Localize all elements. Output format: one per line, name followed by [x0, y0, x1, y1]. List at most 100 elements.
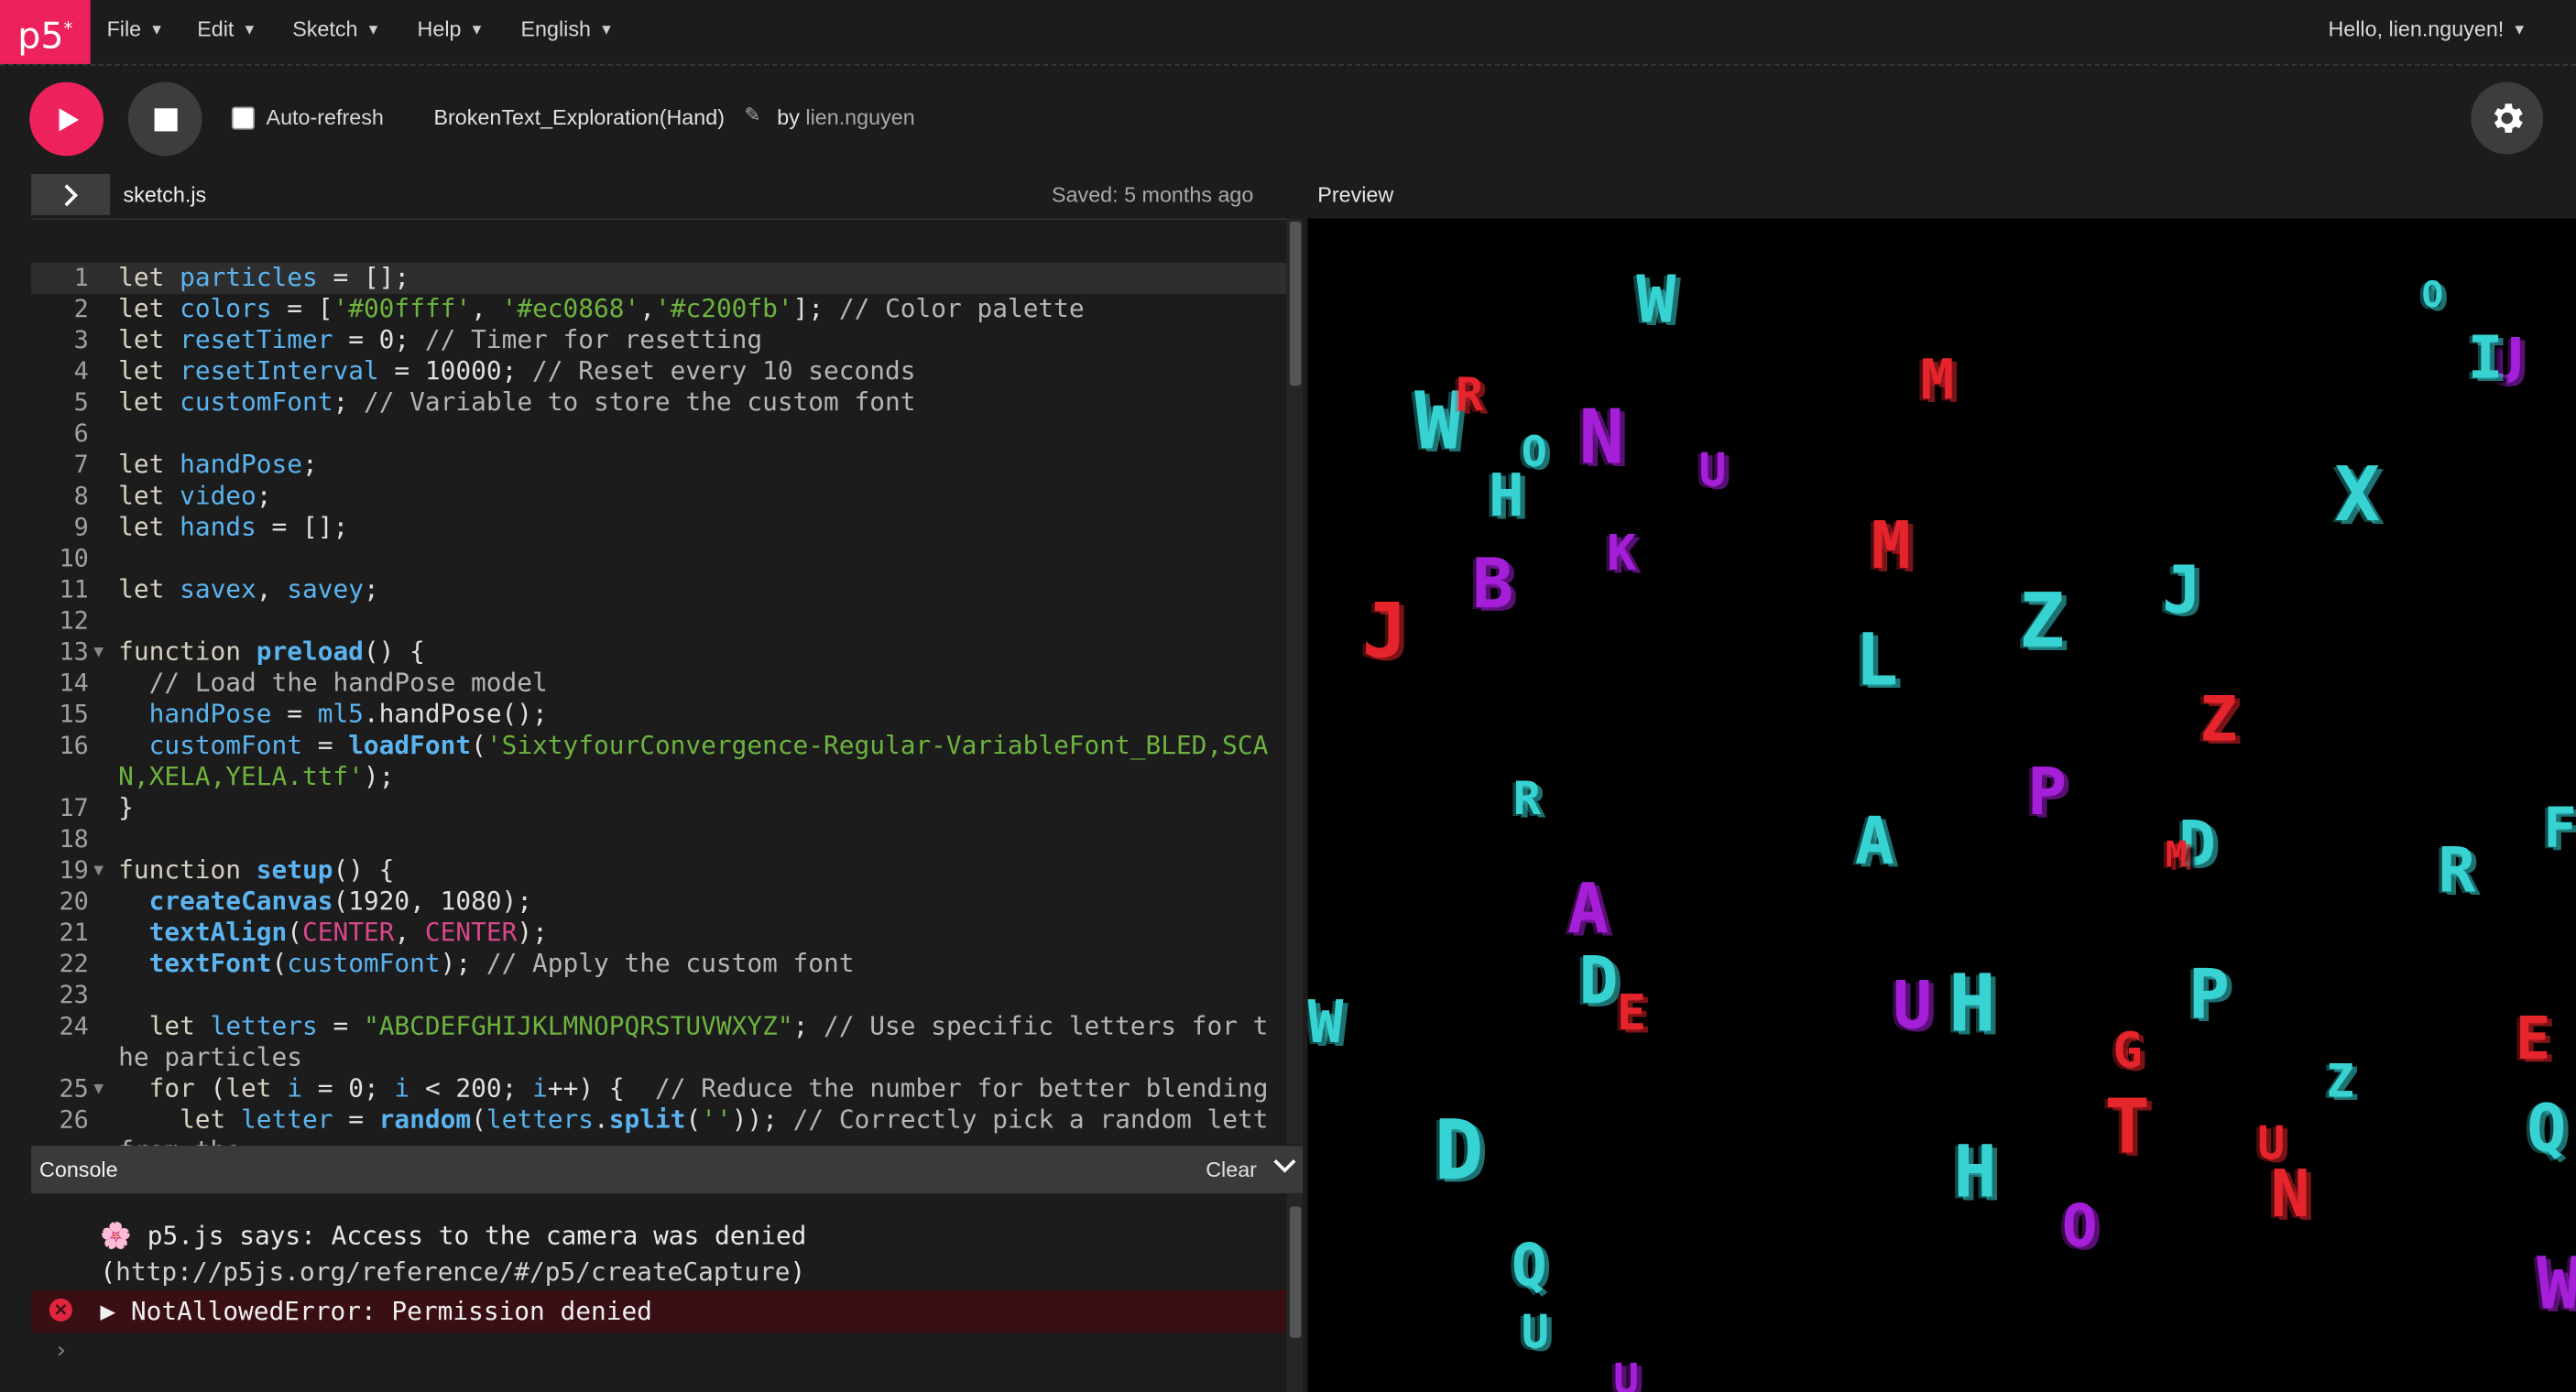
code-line[interactable]: 26 let letter = random(letters.split('')…	[31, 1104, 1286, 1146]
menu-language[interactable]: English ▼	[521, 16, 614, 41]
clear-console-button[interactable]: Clear	[1206, 1158, 1257, 1182]
preview-letter: X	[2334, 450, 2381, 538]
code-line[interactable]: 18	[31, 824, 1286, 855]
code-line[interactable]: 20 createCanvas(1920, 1080);	[31, 886, 1286, 918]
line-code: let resetTimer = 0; // Timer for resetti…	[118, 324, 763, 355]
author-link[interactable]: lien.nguyen	[805, 105, 914, 130]
line-code: function setup() {	[118, 854, 395, 886]
preview-letter: J	[1361, 585, 1408, 675]
line-code: textFont(customFont); // Apply the custo…	[148, 949, 855, 979]
preview-letter: E	[2515, 1006, 2551, 1074]
reference-link[interactable]: http://p5js.org/reference/#/p5/createCap…	[115, 1257, 790, 1287]
settings-button[interactable]	[2471, 82, 2544, 155]
chevron-down-icon: ▼	[242, 20, 257, 38]
code-line[interactable]: 2 let colors = ['#00ffff', '#ec0868','#c2…	[31, 294, 1286, 325]
code-line[interactable]: 5 let customFont; // Variable to store th…	[31, 387, 1286, 419]
line-number: 17	[59, 792, 89, 823]
chevron-right-icon	[64, 183, 79, 206]
code-content[interactable]: 1 let particles = []; 2 let colors = ['#00f…	[31, 262, 1287, 1146]
menu-edit-label: Edit	[197, 16, 235, 41]
p5-logo[interactable]: p5*	[0, 0, 91, 64]
fold-icon[interactable]: ▼	[93, 1073, 104, 1104]
error-text[interactable]: ▶ NotAllowedError: Permission denied	[100, 1297, 652, 1326]
line-code: let resetInterval = 10000; // Reset ever…	[118, 355, 916, 386]
sketch-preview-canvas[interactable]: WOUIMWRNOUHXMKBJZJLZRPADMRFADEUHPWEGZTQD…	[1307, 218, 2576, 1392]
toolbar: Auto-refresh BrokenText_Exploration(Hand…	[0, 65, 2576, 171]
code-line[interactable]: 23	[31, 980, 1286, 1011]
top-nav: p5* File ▼ Edit ▼ Sketch ▼ Help ▼ English ▼ H…	[0, 0, 2576, 66]
preview-letter: Z	[2326, 1053, 2354, 1108]
preview-letter: D	[1578, 943, 1619, 1020]
code-line[interactable]: 9 let hands = [];	[31, 512, 1286, 543]
code-line[interactable]: 3 let resetTimer = 0; // Timer for resett…	[31, 325, 1286, 356]
console-message: 🌸 p5.js says: Access to the camera was d…	[100, 1218, 1250, 1290]
user-menu[interactable]: Hello, lien.nguyen! ▼	[2328, 16, 2527, 41]
fold-icon[interactable]: ▼	[93, 855, 104, 886]
code-editor[interactable]: 1 let particles = []; 2 let colors = ['#00f…	[31, 218, 1287, 1147]
line-number: 19	[59, 854, 89, 886]
preview-letter: R	[1512, 771, 1541, 826]
menu-sketch[interactable]: Sketch ▼	[292, 16, 380, 41]
code-line[interactable]: 24 let letters = "ABCDEFGHIJKLMNOPQRSTUV…	[31, 1011, 1286, 1073]
menu-file-label: File	[106, 16, 142, 41]
error-message: NotAllowedError: Permission denied	[130, 1297, 652, 1327]
line-code: let savex, savey;	[118, 574, 379, 604]
fold-icon[interactable]: ▼	[93, 636, 104, 668]
console-prompt[interactable]: ›	[54, 1338, 68, 1365]
preview-letter: E	[1616, 984, 1647, 1043]
code-line[interactable]: 4 let resetInterval = 10000; // Reset eve…	[31, 356, 1286, 387]
line-number: 5	[73, 387, 89, 418]
code-line[interactable]: 1 let particles = [];	[31, 262, 1287, 294]
code-line[interactable]: from the	[31, 1136, 1286, 1146]
console-scroll-thumb[interactable]	[1289, 1206, 1302, 1338]
editor-scrollbar[interactable]	[1286, 218, 1304, 1145]
menu-help[interactable]: Help ▼	[418, 16, 485, 41]
code-line[interactable]: 6	[31, 419, 1286, 450]
code-line[interactable]: 16 customFont = loadFont('SixtyfourConve…	[31, 731, 1286, 793]
expand-triangle-icon[interactable]: ▶	[100, 1297, 115, 1326]
code-line[interactable]: 17}	[31, 793, 1286, 824]
code-line[interactable]: 15 handPose = ml5.handPose();	[31, 700, 1286, 731]
menu-language-label: English	[520, 16, 591, 41]
auto-refresh-checkbox[interactable]	[231, 106, 255, 130]
saved-status: Saved: 5 months ago	[1052, 181, 1254, 207]
auto-refresh-label[interactable]: Auto-refresh	[267, 105, 384, 130]
sketch-author: by lien.nguyen	[777, 105, 914, 130]
preview-letter: R	[1455, 367, 1484, 422]
chevron-down-icon[interactable]	[1273, 1154, 1296, 1179]
sidebar-toggle-button[interactable]	[31, 174, 111, 215]
preview-letter: W	[1636, 262, 1676, 339]
code-line[interactable]: 21 textAlign(CENTER, CENTER);	[31, 918, 1286, 949]
code-line[interactable]: 12	[31, 605, 1286, 636]
preview-letter: W	[2537, 1248, 2576, 1321]
preview-label: Preview	[1317, 181, 1394, 207]
play-button[interactable]	[29, 82, 104, 157]
console-scrollbar[interactable]	[1286, 1193, 1304, 1392]
code-line[interactable]: 13 ▼ function preload() {	[31, 636, 1286, 668]
file-tab-name[interactable]: sketch.js	[124, 182, 207, 207]
code-line[interactable]: 14 // Load the handPose model	[31, 669, 1286, 700]
menu-file[interactable]: File ▼	[107, 16, 165, 41]
preview-letter: M	[2165, 835, 2188, 877]
logo-asterisk: *	[63, 17, 73, 40]
preview-letter: O	[1521, 428, 1547, 478]
sketch-name[interactable]: BrokenText_Exploration(Hand)	[433, 105, 725, 130]
line-code: let handPose;	[118, 450, 318, 480]
editor-scroll-thumb[interactable]	[1289, 221, 1302, 386]
line-number: 6	[73, 419, 89, 449]
code-line[interactable]: 22 textFont(customFont); // Apply the cu…	[31, 949, 1286, 980]
line-number: 4	[73, 355, 89, 386]
code-line[interactable]: 11 let savex, savey;	[31, 574, 1286, 605]
code-line[interactable]: 7 let handPose;	[31, 450, 1286, 481]
code-line[interactable]: 8 let video;	[31, 481, 1286, 512]
pencil-icon[interactable]: ✎	[744, 103, 760, 126]
code-line[interactable]: 10	[31, 543, 1286, 574]
code-line[interactable]: 25 ▼ for (let i = 0; i < 200; i++) { // R…	[31, 1073, 1286, 1104]
by-label: by	[777, 104, 800, 130]
stop-button[interactable]	[127, 82, 202, 157]
line-code: // Load the handPose model	[148, 668, 548, 698]
menu-edit[interactable]: Edit ▼	[197, 16, 257, 41]
preview-letter: Z	[2199, 682, 2238, 756]
code-line[interactable]: 19 ▼ function setup() {	[31, 855, 1286, 886]
chevron-down-icon: ▼	[2512, 20, 2527, 38]
